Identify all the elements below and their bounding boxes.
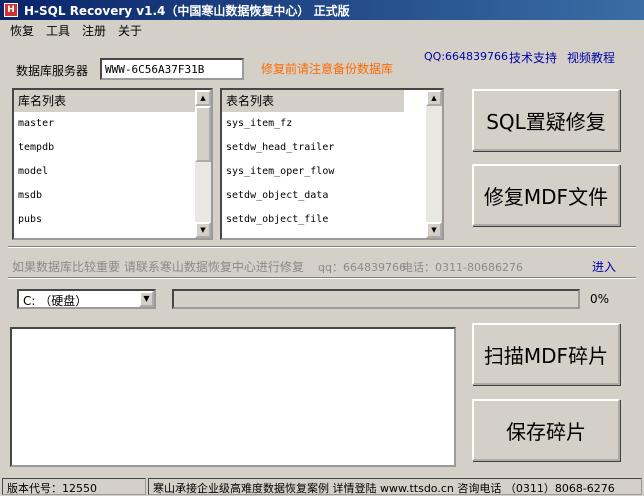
- drive-select-value: C: （硬盘）: [23, 294, 88, 308]
- version-code: 版本代号：12550: [2, 478, 146, 495]
- scroll-thumb[interactable]: [195, 106, 211, 162]
- list-item[interactable]: sys_item_fz: [222, 112, 442, 136]
- qq-link[interactable]: QQ:664839766: [424, 50, 508, 63]
- menu-recover[interactable]: 恢复: [10, 22, 34, 39]
- scroll-up-icon[interactable]: ▲: [195, 90, 211, 106]
- enter-link[interactable]: 进入: [592, 258, 616, 275]
- server-input[interactable]: WWW-6C56A37F31B: [100, 58, 244, 80]
- database-list[interactable]: 库名列表 master tempdb model msdb pubs ▲ ▼: [12, 88, 213, 240]
- app-icon: H: [4, 3, 18, 17]
- scroll-down-icon[interactable]: ▼: [195, 222, 211, 238]
- list-item[interactable]: setdw_object_data: [222, 184, 442, 208]
- notice-qq: qq：664839766: [318, 261, 406, 274]
- list-item[interactable]: pubs: [14, 208, 211, 232]
- separator: [8, 246, 636, 248]
- scroll-up-icon[interactable]: ▲: [426, 90, 442, 106]
- list-item[interactable]: setdw_object_file: [222, 208, 442, 232]
- save-fragments-button[interactable]: 保存碎片: [472, 399, 620, 461]
- table-list-scrollbar[interactable]: ▲ ▼: [426, 90, 442, 238]
- database-list-scrollbar[interactable]: ▲ ▼: [195, 90, 211, 238]
- table-list-header: 表名列表: [222, 90, 404, 112]
- chevron-down-icon[interactable]: ▼: [139, 291, 154, 307]
- database-list-header: 库名列表: [14, 90, 211, 112]
- menu-bar: 恢复 工具 注册 关于: [0, 20, 644, 40]
- tech-support-link[interactable]: 技术支持: [509, 49, 557, 66]
- list-item[interactable]: setdw_head_trailer: [222, 136, 442, 160]
- list-item[interactable]: master: [14, 112, 211, 136]
- progress-bar: [172, 289, 580, 309]
- menu-register[interactable]: 注册: [82, 22, 106, 39]
- backup-warning: 修复前请注意备份数据库: [261, 62, 394, 76]
- status-message: 寒山承接企业级高难度数据恢复案例 详情登陆 www.ttsdo.cn 咨询电话 …: [148, 478, 642, 495]
- list-item[interactable]: msdb: [14, 184, 211, 208]
- table-list[interactable]: 表名列表 sys_item_fz setdw_head_trailer sys_…: [220, 88, 444, 240]
- progress-percent: 0%: [590, 292, 610, 306]
- menu-tools[interactable]: 工具: [46, 22, 70, 39]
- list-item[interactable]: model: [14, 160, 211, 184]
- separator: [8, 277, 636, 279]
- video-tutorial-link[interactable]: 视频教程: [567, 49, 615, 66]
- fragment-panel[interactable]: [10, 327, 456, 467]
- contact-notice: 如果数据库比较重要 请联系寒山数据恢复中心进行修复: [12, 260, 304, 274]
- drive-select[interactable]: C: （硬盘） ▼: [17, 289, 156, 309]
- server-label: 数据库服务器: [16, 64, 89, 78]
- scroll-down-icon[interactable]: ▼: [426, 222, 442, 238]
- window-title: H-SQL Recovery v1.4（中国寒山数据恢复中心） 正式版: [24, 4, 350, 18]
- list-item[interactable]: tempdb: [14, 136, 211, 160]
- title-bar[interactable]: H H-SQL Recovery v1.4（中国寒山数据恢复中心） 正式版: [0, 0, 644, 20]
- list-item[interactable]: sys_item_oper_flow: [222, 160, 442, 184]
- menu-about[interactable]: 关于: [118, 22, 142, 39]
- status-bar: 版本代号：12550 寒山承接企业级高难度数据恢复案例 详情登陆 www.tts…: [0, 476, 644, 496]
- notice-phone: 电话：0311-80686276: [402, 261, 523, 274]
- mdf-repair-button[interactable]: 修复MDF文件: [472, 164, 620, 226]
- scan-fragments-button[interactable]: 扫描MDF碎片: [472, 323, 620, 385]
- sql-repair-button[interactable]: SQL置疑修复: [472, 89, 620, 151]
